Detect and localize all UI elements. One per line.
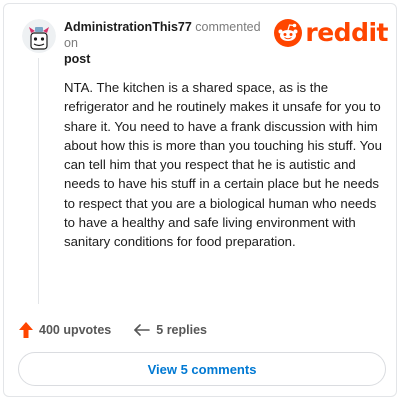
- username-link[interactable]: AdministrationThis77: [64, 20, 192, 34]
- reply-arrow-icon: [134, 324, 151, 336]
- comment-body: NTA. The kitchen is a shared space, as i…: [64, 80, 382, 250]
- comment-meta: AdministrationThis77 commented on post: [64, 19, 274, 67]
- reddit-wordmark: reddit: [305, 18, 388, 47]
- upvote-arrow-icon: [19, 322, 33, 338]
- avatar-icon: [22, 19, 56, 53]
- upvote-button[interactable]: 400 upvotes: [18, 321, 111, 339]
- reply-button[interactable]: 5 replies: [133, 323, 207, 337]
- comment-actions: 400 upvotes 5 replies: [18, 319, 207, 341]
- reddit-snoo-icon: [274, 19, 303, 47]
- user-avatar[interactable]: [22, 19, 56, 53]
- post-link[interactable]: post: [64, 51, 274, 67]
- comment-header: AdministrationThis77 commented on post r…: [18, 13, 388, 66]
- reddit-logo: reddit: [274, 17, 388, 49]
- thread-line: [38, 58, 39, 304]
- upvote-count: 400 upvotes: [39, 323, 112, 337]
- view-comments-button[interactable]: View 5 comments: [18, 352, 386, 386]
- comment-card: AdministrationThis77 commented on post r…: [3, 3, 397, 397]
- reply-count: 5 replies: [156, 323, 207, 337]
